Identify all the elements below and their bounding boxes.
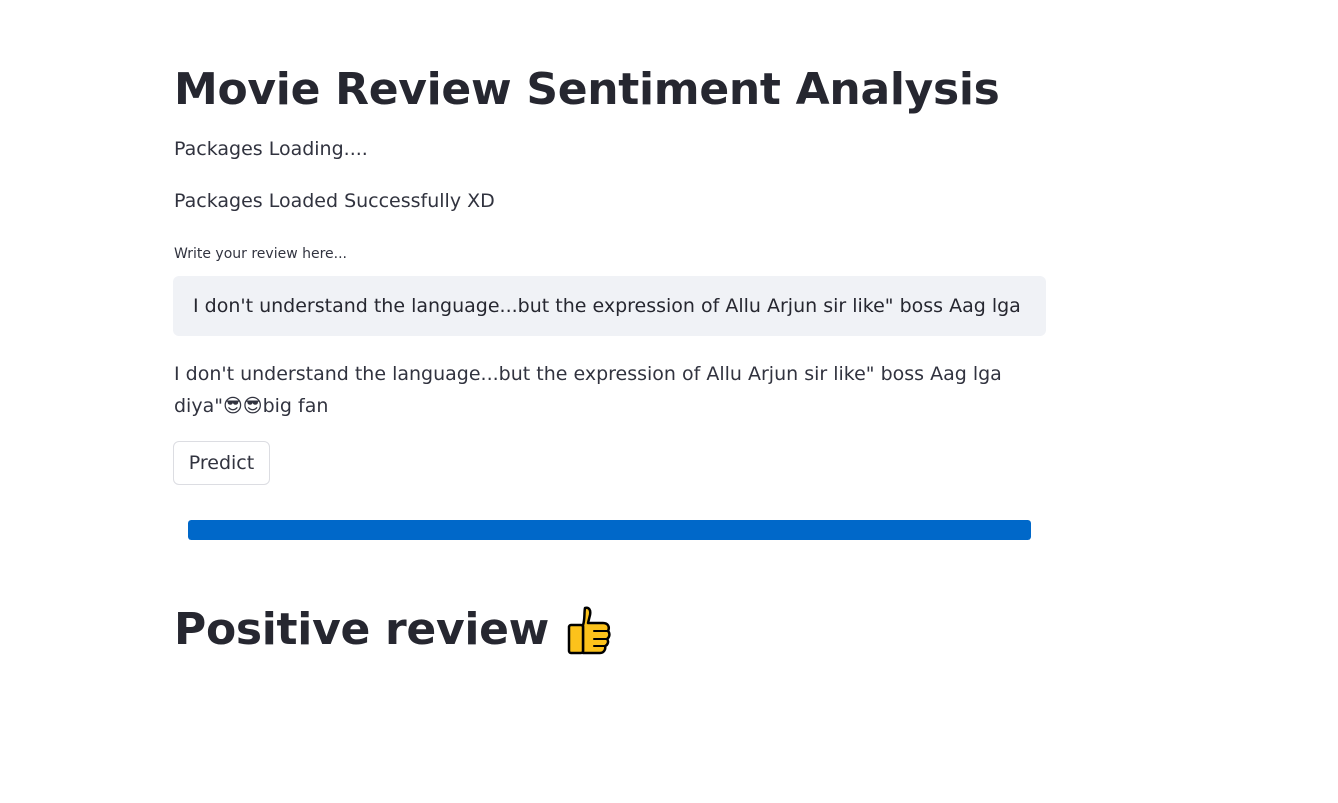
review-echo-text: I don't understand the language...but th… [174, 363, 1002, 417]
predict-button[interactable]: Predict [173, 441, 270, 485]
main-container: Movie Review Sentiment Analysis Packages… [0, 0, 1338, 803]
result-label: Positive review [174, 604, 550, 655]
status-loading-text: Packages Loading.... [174, 138, 368, 160]
review-input-label: Write your review here... [174, 246, 347, 262]
status-loaded-text: Packages Loaded Successfully XD [174, 190, 495, 212]
thumbs-up-icon [563, 604, 615, 656]
page-title: Movie Review Sentiment Analysis [174, 64, 1000, 115]
progress-bar-fill [188, 520, 1031, 540]
result-heading: Positive review [174, 600, 615, 660]
progress-bar [188, 520, 1031, 540]
review-input[interactable] [173, 276, 1046, 336]
